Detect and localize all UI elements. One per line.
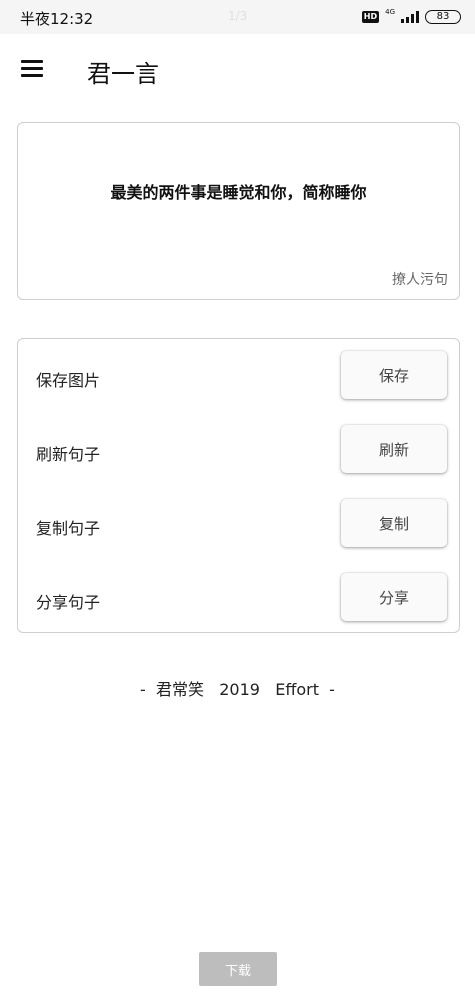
hamburger-menu-icon[interactable] (21, 60, 43, 77)
network-type-label: 4G (385, 8, 395, 16)
app-header: 君一言 (0, 34, 475, 110)
save-image-label: 保存图片 (36, 371, 101, 390)
share-button[interactable]: 分享 (341, 573, 447, 621)
status-indicators: HD 4G 83 (361, 7, 461, 27)
battery-icon: 83 (425, 10, 461, 24)
status-time: 半夜12:32 (20, 10, 94, 28)
quote-category: 撩人污句 (392, 272, 448, 288)
actions-card: 保存图片 保存 刷新句子 刷新 复制句子 复制 分享句子 分享 (17, 338, 460, 633)
quote-text: 最美的两件事是睡觉和你，简称睡你 (110, 183, 367, 202)
status-page-indicator: 1/3 (228, 9, 248, 23)
quote-card: 最美的两件事是睡觉和你，简称睡你 撩人污句 (17, 122, 460, 300)
action-row-refresh-sentence: 刷新句子 刷新 (18, 413, 459, 487)
action-row-share-sentence: 分享句子 分享 (18, 561, 459, 635)
app-screen: 半夜12:32 1/3 HD 4G 83 君一言 最美的两件事是睡觉和你，简称睡… (0, 0, 475, 993)
refresh-button[interactable]: 刷新 (341, 425, 447, 473)
download-button[interactable]: 下载 (199, 952, 277, 986)
action-row-save-image: 保存图片 保存 (18, 339, 459, 413)
share-sentence-label: 分享句子 (36, 593, 101, 612)
copy-button[interactable]: 复制 (341, 499, 447, 547)
status-bar: 半夜12:32 1/3 HD 4G 83 (0, 0, 475, 34)
hd-icon: HD (361, 11, 380, 23)
footer-credit: - 君常笑 2019 Effort - (140, 680, 335, 699)
save-button[interactable]: 保存 (341, 351, 447, 399)
app-title: 君一言 (87, 60, 159, 88)
copy-sentence-label: 复制句子 (36, 519, 101, 538)
refresh-sentence-label: 刷新句子 (36, 445, 101, 464)
action-row-copy-sentence: 复制句子 复制 (18, 487, 459, 561)
signal-strength-icon (401, 11, 419, 23)
